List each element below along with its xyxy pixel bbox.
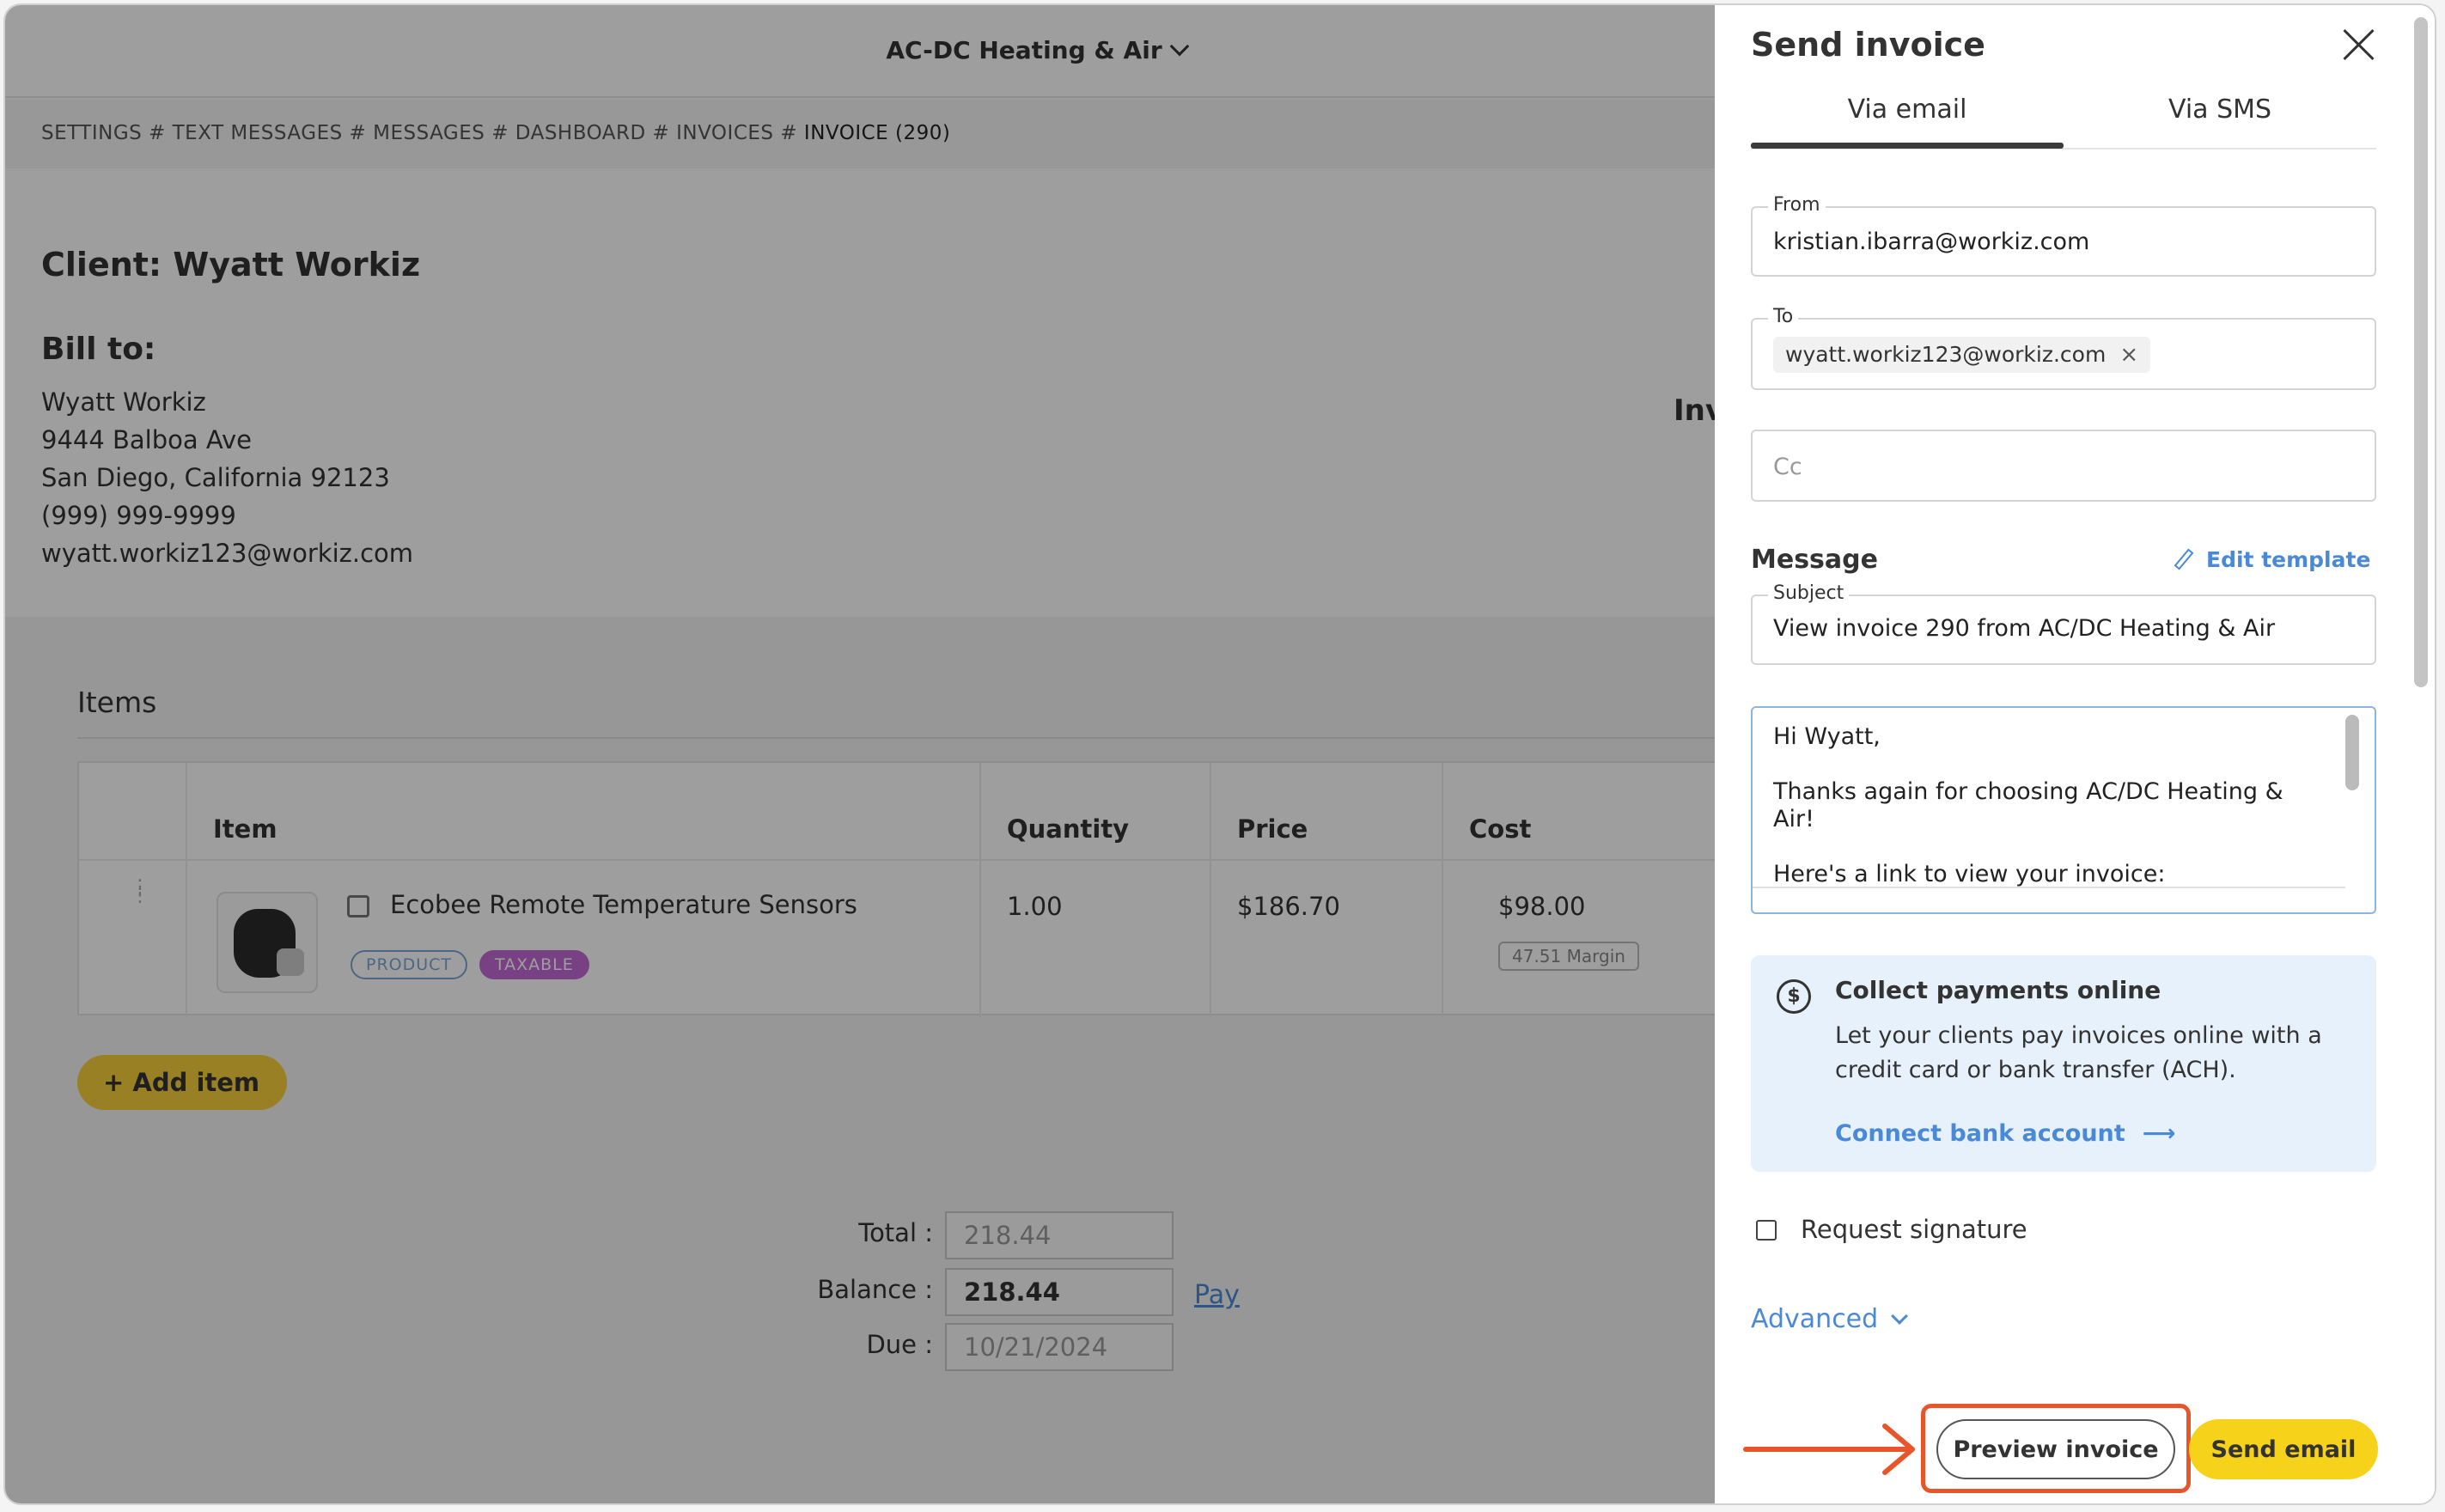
advanced-toggle[interactable]: Advanced bbox=[1751, 1304, 1909, 1334]
app-window: AC-DC Heating & Air SETTINGS # TEXT MESS… bbox=[5, 5, 2435, 1503]
message-body-text: Hi Wyatt, Thanks again for choosing AC/D… bbox=[1773, 723, 2283, 887]
remove-recipient-icon[interactable]: × bbox=[2119, 337, 2138, 373]
to-field[interactable]: To wyatt.workiz123@workiz.com × bbox=[1751, 306, 2376, 390]
edit-template-label: Edit template bbox=[2206, 547, 2371, 572]
subject-value: View invoice 290 from AC/DC Heating & Ai… bbox=[1773, 615, 2276, 642]
connect-bank-label: Connect bank account bbox=[1835, 1120, 2125, 1147]
message-body-textarea[interactable]: Hi Wyatt, Thanks again for choosing AC/D… bbox=[1751, 706, 2376, 914]
request-signature-label[interactable]: Request signature bbox=[1801, 1215, 2027, 1244]
cc-field[interactable]: Cc bbox=[1751, 430, 2376, 502]
advanced-label: Advanced bbox=[1751, 1304, 1879, 1334]
edit-template-link[interactable]: Edit template bbox=[2174, 545, 2371, 572]
request-signature-checkbox[interactable] bbox=[1756, 1220, 1777, 1241]
collect-payments-card: $ Collect payments online Let your clien… bbox=[1751, 955, 2376, 1172]
collect-description: Let your clients pay invoices online wit… bbox=[1835, 1022, 2322, 1083]
callout-arrow-icon bbox=[1743, 1424, 1915, 1475]
subject-field[interactable]: Subject View invoice 290 from AC/DC Heat… bbox=[1751, 582, 2376, 665]
connect-bank-link[interactable]: Connect bank account ⟶ bbox=[1835, 1120, 2175, 1147]
from-field[interactable]: From kristian.ibarra@workiz.com bbox=[1751, 194, 2376, 277]
from-value: kristian.ibarra@workiz.com bbox=[1773, 229, 2090, 255]
pencil-icon bbox=[2174, 548, 2194, 570]
tab-via-email[interactable]: Via email bbox=[1751, 94, 2064, 125]
panel-title: Send invoice bbox=[1751, 26, 1985, 64]
active-tab-indicator bbox=[1751, 143, 2064, 149]
window-scrollbar[interactable] bbox=[2414, 17, 2428, 687]
send-email-button[interactable]: Send email bbox=[2189, 1419, 2378, 1479]
textarea-scrollbar[interactable] bbox=[2345, 715, 2359, 790]
dollar-coin-icon: $ bbox=[1777, 979, 1811, 1014]
send-invoice-panel: Send invoice Via email Via SMS From kris… bbox=[1715, 5, 2435, 1503]
to-label: To bbox=[1768, 306, 1799, 327]
tab-via-sms[interactable]: Via SMS bbox=[2064, 94, 2376, 125]
recipient-chip: wyatt.workiz123@workiz.com × bbox=[1773, 337, 2151, 373]
recipient-email: wyatt.workiz123@workiz.com bbox=[1785, 342, 2107, 367]
message-title: Message bbox=[1751, 545, 1878, 575]
from-label: From bbox=[1768, 194, 1826, 216]
cc-placeholder: Cc bbox=[1773, 454, 1802, 480]
modal-backdrop[interactable] bbox=[5, 5, 1715, 1503]
divider bbox=[1753, 887, 2345, 888]
collect-title: Collect payments online bbox=[1835, 976, 2161, 1004]
chevron-down-icon bbox=[1891, 1308, 1909, 1325]
subject-label: Subject bbox=[1768, 582, 1850, 604]
arrow-right-icon: ⟶ bbox=[2142, 1120, 2176, 1147]
close-icon[interactable] bbox=[2338, 24, 2380, 65]
preview-invoice-button[interactable]: Preview invoice bbox=[1936, 1419, 2175, 1479]
